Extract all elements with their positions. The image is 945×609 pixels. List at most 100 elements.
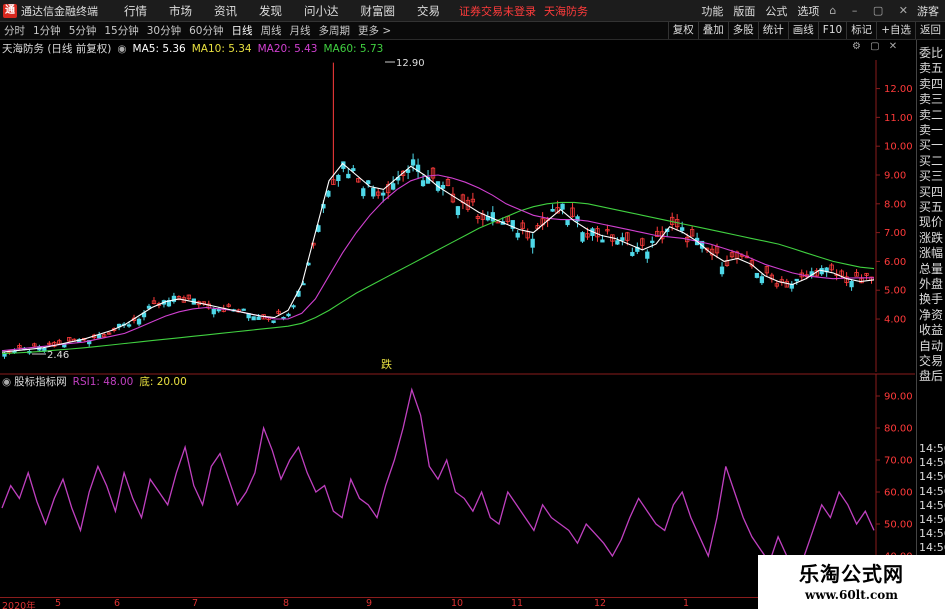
price-tick-label: 8.00 (884, 199, 906, 210)
watermark-url: www.60lt.com (805, 588, 898, 602)
side-panel-item: 买四 (919, 184, 944, 199)
top-menu-bar: 通 通达信金融终端 行情 市场 资讯 发现 问小达 财富圈 交易 证券交易未登录… (0, 0, 945, 22)
tool-overlay[interactable]: 叠加 (697, 22, 728, 39)
period-1min[interactable]: 1分钟 (33, 23, 61, 38)
menu-discover[interactable]: 发现 (259, 3, 282, 19)
period-monthly[interactable]: 月线 (290, 23, 311, 38)
candle-body (256, 316, 261, 320)
menu-ask-assistant[interactable]: 问小达 (304, 3, 339, 19)
rsi-tick-label: 50.00 (884, 520, 913, 531)
tool-back[interactable]: 返回 (915, 22, 945, 39)
candle-body (351, 168, 356, 172)
menu-function[interactable]: 功能 (701, 3, 723, 19)
candle-body (62, 344, 67, 348)
window-controls-icon[interactable]: ⌂ – ▢ ✕ (829, 4, 914, 17)
candle-body (560, 203, 565, 210)
legend-collapse-icon[interactable]: ◉ (2, 376, 11, 388)
candle-body (620, 237, 625, 241)
chart-tools: 复权 叠加 多股 统计 画线 F10 标记 +自选 返回 (667, 22, 945, 39)
candle-body (361, 188, 366, 197)
candle-body (2, 353, 7, 357)
candle-body (455, 206, 461, 216)
side-panel-item: 外盘 (919, 277, 944, 291)
stock-title: 天海防务 (日线 前复权) (2, 43, 112, 55)
menu-market[interactable]: 市场 (169, 3, 192, 19)
period-more[interactable]: 更多 > (358, 23, 391, 38)
candle-body (754, 272, 760, 278)
app-window: 通 通达信金融终端 行情 市场 资讯 发现 问小达 财富圈 交易 证券交易未登录… (0, 0, 945, 609)
side-panel-time: 14:56 (919, 470, 945, 484)
tool-mark[interactable]: 标记 (846, 22, 876, 39)
period-intraday[interactable]: 分时 (4, 23, 25, 38)
tool-multi-stock[interactable]: 多股 (727, 22, 758, 39)
candle-body (759, 276, 765, 284)
period-30min[interactable]: 30分钟 (147, 23, 181, 38)
menu-trade[interactable]: 交易 (417, 3, 440, 19)
side-panel-item: 现价 (919, 215, 944, 230)
period-daily[interactable]: 日线 (232, 23, 253, 38)
side-panel-item: 委比 (919, 46, 944, 60)
period-60min[interactable]: 60分钟 (189, 23, 223, 38)
period-weekly[interactable]: 周线 (261, 23, 282, 38)
candle-body (600, 239, 605, 243)
candle-body (550, 209, 555, 212)
side-panel-item: 自动 (919, 338, 944, 353)
side-panel-time: 14:56 (919, 456, 945, 470)
chart-settings-icons[interactable]: ⚙ ▢ ✕ (852, 41, 900, 52)
app-title: 通达信金融终端 (21, 4, 98, 18)
side-panel-time: 14:56 (919, 442, 945, 455)
menu-quotes[interactable]: 行情 (124, 3, 147, 19)
price-tick-label: 9.00 (884, 170, 906, 181)
legend-toggle-icon[interactable]: ◉ (117, 43, 126, 55)
side-panel-item: 买三 (919, 169, 944, 184)
tool-adjust[interactable]: 复权 (667, 22, 698, 39)
candle-body (440, 184, 446, 189)
candle-body (719, 266, 725, 275)
menu-news[interactable]: 资讯 (214, 3, 237, 19)
period-15min[interactable]: 15分钟 (104, 23, 138, 38)
candle-body (391, 183, 396, 190)
date-label: 8 (283, 598, 290, 609)
top-right-menu: 功能 版面 公式 选项 ⌂ – ▢ ✕ (696, 0, 919, 21)
quote-side-panel: 委比 卖五 卖四 卖三 卖二 卖一 买一 买二 买三 买四 买五 现价 涨跌 涨幅 总量 外盘 换手 净资 收益 自动… (916, 40, 945, 585)
period-5min[interactable]: 5分钟 (69, 23, 97, 38)
current-stock-name: 天海防务 (544, 4, 588, 18)
tool-statistics[interactable]: 统计 (757, 22, 788, 39)
date-label: 5 (55, 598, 62, 609)
tool-f10[interactable]: F10 (817, 22, 846, 39)
period-toolbar: 分时 1分钟 5分钟 15分钟 30分钟 60分钟 日线 周线 月线 多周期 更… (0, 22, 945, 40)
date-label: 12 (594, 598, 607, 609)
watermark-title: 乐淘公式网 (799, 562, 904, 586)
tool-add-watchlist[interactable]: +自选 (876, 22, 915, 39)
rsi-floor-label: 底: 20.00 (139, 376, 187, 388)
candle-body (326, 190, 331, 197)
candle-body (211, 308, 216, 315)
candle-body (849, 281, 854, 288)
price-chart[interactable]: 12.0011.0010.009.008.007.006.005.004.00 … (0, 40, 915, 375)
menu-options[interactable]: 选项 (797, 3, 819, 19)
side-panel-item: 涨跌 (919, 230, 944, 245)
rsi-tick-label: 90.00 (884, 392, 913, 403)
tool-draw[interactable]: 画线 (787, 22, 818, 39)
low-price-label: 2.46 (47, 350, 69, 361)
guest-label[interactable]: 游客 (917, 3, 939, 19)
menu-formula[interactable]: 公式 (765, 3, 787, 19)
side-panel-item: 收益 (919, 323, 944, 338)
date-label: 9 (366, 598, 373, 609)
period-multi[interactable]: 多周期 (319, 23, 351, 38)
side-panel-item: 卖五 (919, 61, 944, 76)
candle-body (580, 232, 585, 242)
price-tick-label: 12.00 (884, 84, 913, 95)
candle-body (565, 219, 570, 226)
menu-layout[interactable]: 版面 (733, 3, 755, 19)
rsi-legend: ◉ 股标指标网 RSI1: 48.00 底: 20.00 (2, 374, 187, 389)
rsi-value-label: RSI1: 48.00 (72, 375, 134, 388)
candle-body (286, 313, 291, 317)
side-panel-item: 总量 (919, 261, 944, 276)
date-label: 11 (511, 598, 524, 609)
menu-wealth-circle[interactable]: 财富圈 (361, 3, 396, 19)
legend-ma20: MA20: 5.43 (257, 42, 318, 55)
candle-body (615, 240, 620, 245)
candle-body (241, 308, 246, 311)
login-warning[interactable]: 证券交易未登录 (459, 3, 536, 19)
